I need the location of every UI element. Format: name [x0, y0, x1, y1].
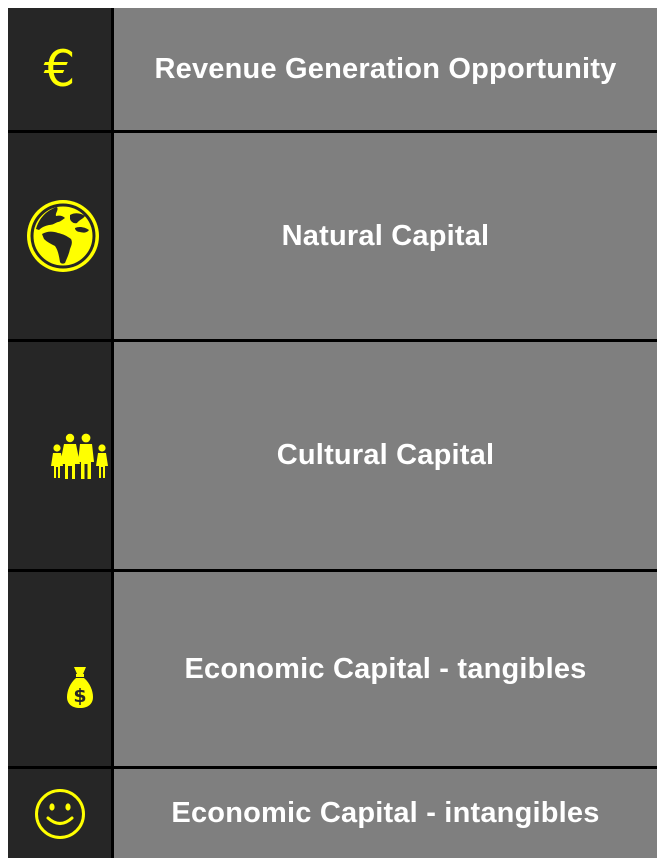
table-row: $ Economic Capital - tangibles — [8, 572, 657, 766]
icon-cell: $ — [8, 572, 111, 766]
globe-icon — [26, 200, 99, 272]
row-label-cultural-capital: Cultural Capital — [276, 439, 495, 471]
row-label-natural-capital: Natural Capital — [281, 219, 490, 252]
row-label-revenue-generation-opportunity: Revenue Generation Opportunity — [154, 52, 617, 85]
family-icon — [50, 433, 108, 479]
icon-cell — [8, 133, 111, 339]
svg-text:$: $ — [73, 685, 86, 707]
label-cell: Cultural Capital — [114, 342, 657, 569]
table-row: Natural Capital — [8, 133, 657, 339]
label-cell: Revenue Generation Opportunity — [114, 8, 657, 130]
label-cell: Natural Capital — [114, 133, 657, 339]
icon-cell — [8, 342, 111, 569]
label-cell: Economic Capital - intangibles — [114, 769, 657, 858]
row-label-economic-capital-tangibles: Economic Capital - tangibles — [184, 652, 587, 685]
icon-cell — [8, 769, 111, 858]
euro-icon: € — [43, 40, 76, 98]
row-label-economic-capital-intangibles: Economic Capital - intangibles — [171, 797, 600, 829]
money-bag-icon: $ — [66, 667, 93, 708]
icon-cell: € — [8, 8, 111, 130]
table-row: Cultural Capital — [8, 342, 657, 569]
table-row: Economic Capital - intangibles — [8, 769, 657, 858]
table-row: € Revenue Generation Opportunity — [8, 8, 657, 130]
smiley-icon — [34, 788, 85, 839]
label-cell: Economic Capital - tangibles — [114, 572, 657, 766]
